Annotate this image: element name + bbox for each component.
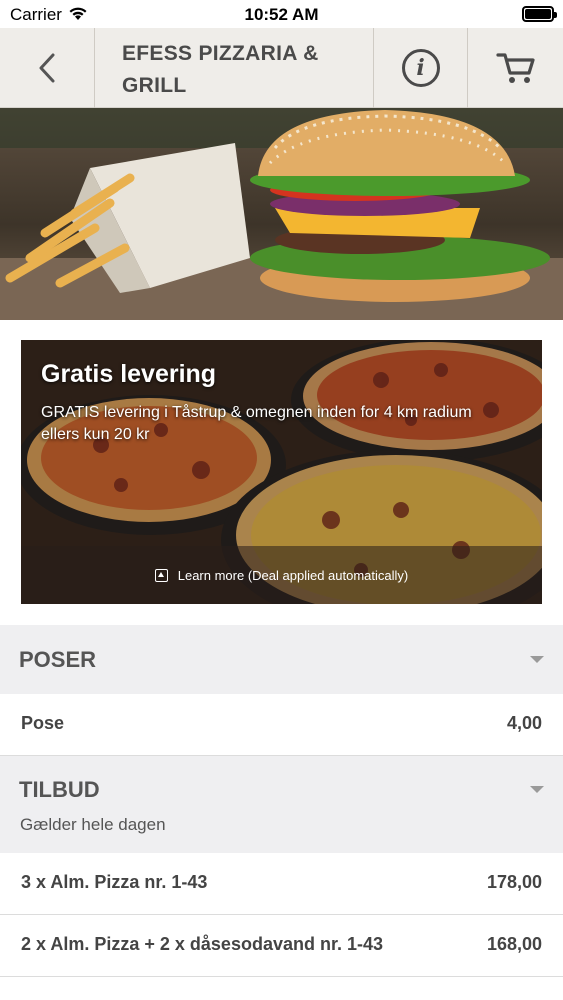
menu-item[interactable]: Pose 4,00 [0,694,563,756]
menu-item[interactable]: 2 x Alm. Pizza + 2 x dåsesodavand nr. 1-… [0,915,563,977]
chevron-down-icon [530,786,544,793]
hero-banner-image [0,108,563,320]
chevron-down-icon [530,656,544,663]
nav-bar: EFESS PIZZARIA & GRILL i [0,28,563,108]
cart-icon [495,53,535,83]
chevron-left-icon [39,53,55,83]
menu-item-price: 4,00 [506,713,542,733]
deal-card[interactable]: Gratis levering GRATIS levering i Tåstru… [21,340,542,604]
deal-learn-more[interactable]: Learn more (Deal applied automatically) [21,546,542,604]
menu-item-price: 168,00 [486,934,542,954]
menu-item-name: 2 x Alm. Pizza + 2 x dåsesodavand nr. 1-… [21,934,384,954]
status-time: 10:52 AM [244,5,319,24]
menu-item-price: 178,00 [486,872,542,892]
deal-description: GRATIS levering i Tåstrup & omegnen inde… [41,404,472,443]
section-title: POSER [19,647,97,672]
back-button[interactable] [0,28,95,108]
status-bar: Carrier 10:52 AM [0,0,563,28]
menu-item[interactable]: 3 x Alm. Pizza nr. 1-43 178,00 [0,853,563,915]
cart-button[interactable] [468,28,563,108]
info-icon: i [401,49,440,87]
deal-title: Gratis levering [41,360,217,388]
battery-icon [522,6,557,22]
restaurant-title: EFESS PIZZARIA & GRILL [122,42,319,97]
info-button[interactable]: i [373,28,468,108]
deal-learn-more-label: Learn more (Deal applied automatically) [177,567,409,583]
menu-item-name: Pose [21,713,65,733]
section-title: TILBUD [19,777,100,802]
expand-icon [154,568,168,582]
menu-item-name: 3 x Alm. Pizza nr. 1-43 [21,872,208,892]
section-subtitle: Gælder hele dagen [20,815,166,834]
section-header-poser[interactable]: POSER [0,625,563,694]
burger-illustration [0,108,563,320]
section-header-tilbud[interactable]: TILBUD Gælder hele dagen [0,756,563,853]
